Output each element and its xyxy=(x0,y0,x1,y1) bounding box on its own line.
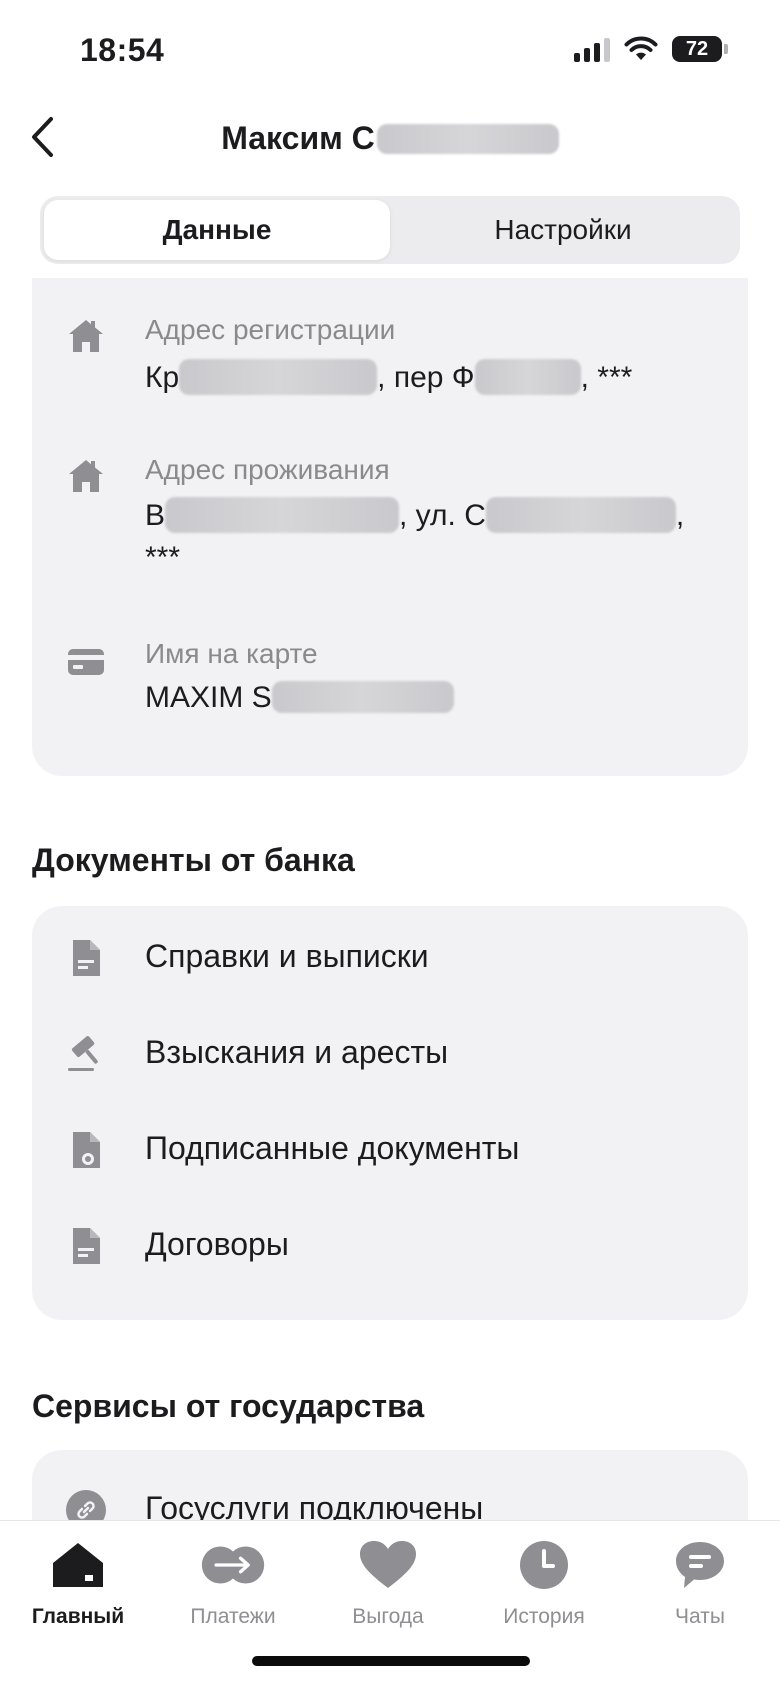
registration-address-value: Кр , пер Ф , *** xyxy=(145,358,725,398)
documents-item-signed[interactable]: Подписанные документы xyxy=(32,1110,748,1190)
redacted-text xyxy=(474,359,581,395)
clock-icon xyxy=(512,1535,576,1595)
tab-bar-payments[interactable]: Платежи xyxy=(163,1535,303,1645)
status-bar: 18:54 72 xyxy=(0,0,780,100)
redacted-text xyxy=(165,497,400,533)
house-icon xyxy=(66,456,106,496)
value-part: , xyxy=(675,499,685,532)
redacted-surname xyxy=(376,123,559,154)
documents-item-label: Подписанные документы xyxy=(145,1130,520,1166)
value-part: , ул. С xyxy=(399,499,486,532)
tab-bar-label: История xyxy=(503,1605,585,1628)
tab-settings[interactable]: Настройки xyxy=(390,200,736,260)
page-title-text: Максим С xyxy=(221,120,375,156)
status-time: 18:54 xyxy=(80,32,165,68)
value-part: MAXIM S xyxy=(145,681,272,714)
wifi-icon xyxy=(624,36,658,60)
battery-level: 72 xyxy=(672,36,722,62)
cellular-signal-icon xyxy=(574,36,610,62)
tab-bar-home[interactable]: Главный xyxy=(8,1535,148,1645)
home-icon xyxy=(46,1535,110,1595)
residence-address-line2: *** xyxy=(145,541,181,574)
document-icon xyxy=(66,938,106,978)
redacted-text xyxy=(271,681,454,713)
registration-address-label: Адрес регистрации xyxy=(145,314,396,345)
signed-document-icon xyxy=(66,1130,106,1170)
tab-bar-chats[interactable]: Чаты xyxy=(630,1535,770,1645)
documents-item-label: Договоры xyxy=(145,1226,289,1262)
credit-card-icon xyxy=(66,642,106,682)
card-name-value: MAXIM S xyxy=(145,678,725,718)
house-icon xyxy=(66,316,106,356)
tab-data[interactable]: Данные xyxy=(44,200,390,260)
tab-bar-history[interactable]: История xyxy=(474,1535,614,1645)
redacted-text xyxy=(179,359,378,395)
value-part: Кр xyxy=(145,361,180,394)
gov-services-title: Сервисы от государства xyxy=(32,1388,425,1424)
status-icons: 72 xyxy=(574,36,728,62)
chat-bubble-icon xyxy=(668,1535,732,1595)
value-part: , *** xyxy=(580,361,633,394)
gavel-icon xyxy=(66,1034,106,1074)
tab-bar-label: Платежи xyxy=(190,1605,276,1628)
home-indicator xyxy=(252,1656,530,1666)
documents-item-contracts[interactable]: Договоры xyxy=(32,1206,748,1286)
page-title: Максим С xyxy=(0,120,780,157)
documents-item-statements[interactable]: Справки и выписки xyxy=(32,918,748,998)
document-icon xyxy=(66,1226,106,1266)
personal-data-card: Адрес регистрации Кр, пер Ф, *** Адрес п… xyxy=(32,278,748,776)
bank-documents-title: Документы от банка xyxy=(32,842,355,878)
heart-icon xyxy=(356,1535,420,1595)
documents-item-label: Справки и выписки xyxy=(145,938,429,974)
nav-header: Максим С xyxy=(0,100,780,180)
documents-item-label: Взыскания и аресты xyxy=(145,1034,449,1070)
residence-address-value: В , ул. С, xyxy=(145,496,725,536)
segmented-control: Данные Настройки xyxy=(40,196,740,264)
residence-address-label: Адрес проживания xyxy=(145,454,390,485)
tab-bar-label: Чаты xyxy=(675,1605,725,1628)
redacted-text xyxy=(485,497,676,533)
tab-bar-label: Главный xyxy=(31,1605,125,1628)
bank-documents-card: Справки и выписки Взыскания и аресты Под… xyxy=(32,906,748,1320)
card-name-label: Имя на карте xyxy=(145,638,318,669)
tab-bar-benefits[interactable]: Выгода xyxy=(318,1535,458,1645)
value-part: В xyxy=(145,499,166,532)
transfer-arrows-icon xyxy=(201,1535,265,1595)
value-part: , пер Ф xyxy=(377,361,475,394)
tab-bar-label: Выгода xyxy=(352,1605,424,1628)
documents-item-collections[interactable]: Взыскания и аресты xyxy=(32,1014,748,1094)
battery-icon: 72 xyxy=(672,36,728,62)
